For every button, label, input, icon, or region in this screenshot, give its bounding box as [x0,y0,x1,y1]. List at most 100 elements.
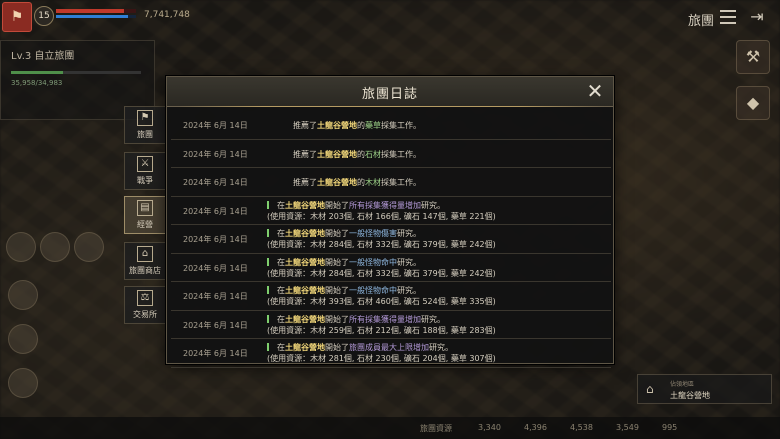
log-date: 2024年 6月 14日 [183,292,248,301]
log-item: 藥草 [365,121,381,130]
log-text: 推薦了 [293,178,317,187]
log-text: 開始了 [325,200,349,210]
guild-exp-text: 35,958/34,983 [11,79,63,87]
log-line-2: (使用資源：木材 203個, 石材 166個, 礦石 147個, 藥草 221個… [267,211,607,222]
log-text: 開始了 [325,257,349,267]
log-list[interactable]: 2024年 6月 14日 推薦了土龍谷營地的藥草採集工作。 2024年 6月 1… [171,111,611,368]
shortcut-icon[interactable] [8,368,38,398]
tab-label: 旅團商店 [129,266,161,275]
resource-value: 3,340 [478,423,501,432]
resource-value: 4,396 [524,423,547,432]
log-date: 2024年 6月 14日 [183,178,248,187]
flag-marker [267,286,269,294]
top-screen-title: 旅團 [687,14,714,29]
exit-icon[interactable]: ⇥ [748,8,766,26]
tab-label: 戰爭 [137,176,153,185]
log-entry-row: 2024年 6月 14日 在土龍谷營地開始了一般怪物命中研究。 (使用資源：木材… [171,282,611,311]
tab-label: 交易所 [133,310,157,319]
log-line-1: 在土龍谷營地開始了一般怪物命中研究。 [267,257,607,268]
log-date: 2024年 6月 14日 [183,149,248,159]
log-place: 土龍谷營地 [285,229,325,238]
log-text: 開始了 [325,286,349,295]
resource-value: 4,538 [570,423,593,432]
log-text: 在 [277,314,285,324]
log-message: 推薦了土龍谷營地的木材採集工作。 [293,177,633,188]
log-place: 土龍谷營地 [317,121,357,130]
log-text: 的 [357,178,365,187]
hamburger-menu-icon[interactable] [720,10,736,24]
flag-marker [267,314,269,323]
shortcut-icon[interactable] [6,232,36,262]
title-divider [177,106,605,107]
log-entry-row: 2024年 6月 14日 在土龍谷營地開始了所有採集獲得量增加研究。 (使用資源… [171,197,611,225]
left-shortcut-row [6,232,116,268]
log-text: 的 [357,149,365,159]
guild-log-dialog: 旅團日誌 ✕ 2024年 6月 14日 推薦了土龍谷營地的藥草採集工作。 202… [166,76,614,368]
log-text: 在 [277,229,285,238]
log-text: 研究。 [421,314,445,324]
tab-4[interactable]: ⌂ 旅團商店 [124,242,166,280]
mp-bar-fill [56,15,128,18]
log-entry-row: 2024年 6月 14日 推薦了土龍谷營地的藥草採集工作。 [171,111,611,140]
log-message: 在土龍谷營地開始了旅團成員最大上限增加研究。 (使用資源：木材 281個, 石材… [267,342,607,364]
log-text: 採集工作。 [381,178,421,187]
left-shortcut-column [8,280,42,412]
log-research-name: 所有採集獲得量增加 [349,200,421,210]
log-date: 2024年 6月 14日 [183,121,248,130]
shop-icon: ⌂ [137,246,153,262]
log-date: 2024年 6月 14日 [183,206,248,216]
log-text: 研究。 [397,257,421,267]
log-text: 研究。 [397,286,421,295]
log-item: 木材 [365,178,381,187]
log-entry-row: 2024年 6月 14日 在土龍谷營地開始了旅團成員最大上限增加研究。 (使用資… [171,339,611,368]
tab-2[interactable]: ⚔ 戰爭 [124,152,166,190]
red-diamond-icon[interactable]: ◆ [736,86,770,120]
log-place: 土龍谷營地 [285,314,325,324]
close-button[interactable]: ✕ [585,81,605,102]
log-resources-used: (使用資源：木材 284個, 石材 332個, 礦石 379個, 藥草 242個… [267,268,496,278]
shortcut-icon[interactable] [74,232,104,262]
log-research-name: 一般怪物傷害 [349,229,397,238]
crossed-hammers-icon[interactable]: ⚒ [736,40,770,74]
log-line-1: 在土龍谷營地開始了旅團成員最大上限增加研究。 [267,342,607,353]
guild-exp-bar [11,71,141,74]
tab-3[interactable]: ▤ 經營 [124,196,166,234]
flag-marker [267,343,269,351]
log-research-name: 所有採集獲得量增加 [349,314,421,324]
log-text: 研究。 [397,229,421,238]
flag-marker [267,200,269,209]
log-place: 土龍谷營地 [317,149,357,159]
territory-indicator[interactable]: ⌂ 佔領地區 土龍谷營地 [637,374,772,404]
log-date: 2024年 6月 14日 [183,263,248,273]
log-text: 在 [277,257,285,267]
dialog-header: 旅團日誌 ✕ [167,77,613,107]
log-line-2: (使用資源：木材 281個, 石材 230個, 礦石 204個, 藥草 307個… [267,353,607,364]
log-entry-row: 2024年 6月 14日 推薦了土龍谷營地的石材採集工作。 [171,140,611,168]
log-place: 土龍谷營地 [285,257,325,267]
resource-value: 3,549 [616,423,639,432]
guild-emblem-icon[interactable]: ⚑ [2,2,32,32]
log-entry-row: 2024年 6月 14日 推薦了土龍谷營地的木材採集工作。 [171,168,611,197]
mp-bar [56,15,136,18]
log-text: 在 [277,200,285,210]
shortcut-icon[interactable] [8,280,38,310]
hp-bar-fill [56,9,124,13]
log-research-name: 一般怪物命中 [349,257,397,267]
tab-5[interactable]: ⚖ 交易所 [124,286,166,324]
log-message: 在土龍谷營地開始了所有採集獲得量增加研究。 (使用資源：木材 259個, 石材 … [267,314,607,336]
bottom-resource-bar: 旅團資源 3,340 4,396 4,538 3,549 995 [0,417,780,439]
log-text: 推薦了 [293,121,317,130]
shortcut-icon[interactable] [40,232,70,262]
log-text: 開始了 [325,229,349,238]
log-place: 土龍谷營地 [317,178,357,187]
gold-amount: 7,741,748 [144,10,190,20]
log-date: 2024年 6月 14日 [183,320,248,330]
log-research-name: 旅團成員最大上限增加 [349,343,429,352]
log-text: 的 [357,121,365,130]
log-line-2: (使用資源：木材 284個, 石材 332個, 礦石 379個, 藥草 242個… [267,239,607,250]
tab-1[interactable]: ⚑ 旅團 [124,106,166,144]
log-line-2: (使用資源：木材 259個, 石材 212個, 礦石 188個, 藥草 283個… [267,325,607,336]
tab-label: 旅團 [137,130,153,139]
shortcut-icon[interactable] [8,324,38,354]
log-text: 開始了 [325,314,349,324]
